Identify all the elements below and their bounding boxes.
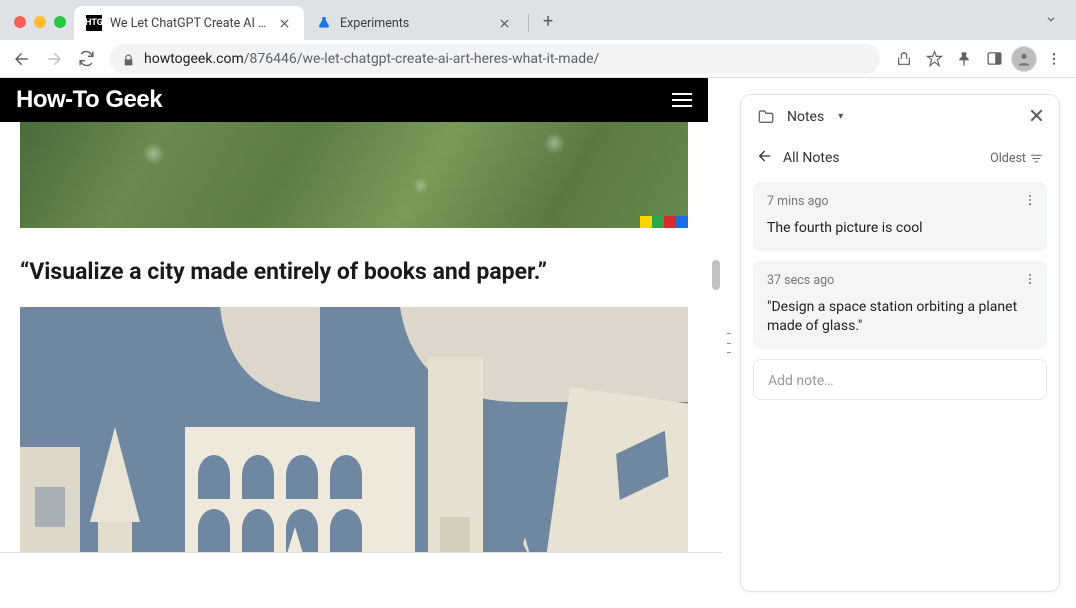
- site-logo[interactable]: How-To Geek: [16, 86, 162, 114]
- note-text: The fourth picture is cool: [767, 219, 1033, 239]
- back-button[interactable]: [8, 45, 36, 73]
- browser-chrome: HTG We Let ChatGPT Create AI Art, Experi…: [0, 0, 1076, 78]
- panel-header: Notes ▾: [741, 95, 1059, 138]
- note-item[interactable]: 7 mins ago The fourth picture is cool: [753, 182, 1047, 251]
- page-content[interactable]: “Visualize a city made entirely of books…: [0, 78, 708, 608]
- chevron-down-icon[interactable]: ▾: [838, 111, 843, 122]
- panel-resize-handle[interactable]: [722, 78, 736, 608]
- bottom-shelf: [0, 552, 722, 608]
- close-window-button[interactable]: [14, 16, 26, 28]
- add-note-input[interactable]: [768, 373, 1032, 389]
- tab-strip: HTG We Let ChatGPT Create AI Art, Experi…: [74, 6, 563, 40]
- panel-subheader: All Notes Oldest: [741, 138, 1059, 182]
- minimize-window-button[interactable]: [34, 16, 46, 28]
- hamburger-icon[interactable]: [672, 93, 692, 107]
- note-text: "Design a space station orbiting a plane…: [767, 298, 1033, 337]
- close-panel-button[interactable]: [1030, 107, 1043, 126]
- sort-label: Oldest: [990, 151, 1026, 166]
- side-panel: Notes ▾ All Notes Oldest 7 mins ago: [736, 78, 1076, 608]
- avatar: [1011, 46, 1037, 72]
- site-header: How-To Geek: [0, 78, 708, 122]
- note-timestamp: 7 mins ago: [767, 194, 1033, 209]
- toolbar: howtogeek.com/876446/we-let-chatgpt-crea…: [0, 40, 1076, 78]
- filter-icon: [1030, 152, 1043, 165]
- article-image-meadow: [20, 122, 688, 228]
- tab-howtogeek[interactable]: HTG We Let ChatGPT Create AI Art,: [74, 6, 304, 40]
- url-text: howtogeek.com/876446/we-let-chatgpt-crea…: [144, 51, 599, 67]
- dalle-signature: [640, 216, 688, 228]
- forward-button[interactable]: [40, 45, 68, 73]
- close-tab-button[interactable]: [276, 15, 292, 31]
- toolbar-right: [890, 45, 1068, 73]
- note-item[interactable]: 37 secs ago "Design a space station orbi…: [753, 261, 1047, 349]
- tabs-overflow-button[interactable]: [1036, 11, 1066, 40]
- notes-panel: Notes ▾ All Notes Oldest 7 mins ago: [740, 94, 1060, 592]
- titlebar: HTG We Let ChatGPT Create AI Art, Experi…: [0, 0, 1076, 40]
- scrollbar[interactable]: [708, 78, 722, 608]
- scrollbar-thumb[interactable]: [712, 260, 720, 290]
- article-heading: “Visualize a city made entirely of books…: [20, 258, 688, 285]
- window-controls: [10, 16, 74, 40]
- close-tab-button[interactable]: [496, 15, 512, 31]
- article-body: “Visualize a city made entirely of books…: [0, 78, 708, 608]
- extension-pin-icon[interactable]: [950, 45, 978, 73]
- reload-button[interactable]: [72, 45, 100, 73]
- back-arrow-icon[interactable]: [757, 148, 773, 168]
- sidepanel-icon[interactable]: [980, 45, 1008, 73]
- all-notes-link[interactable]: All Notes: [783, 150, 840, 166]
- tab-separator: [528, 14, 529, 32]
- new-tab-button[interactable]: +: [533, 11, 563, 40]
- note-menu-button[interactable]: [1023, 271, 1037, 290]
- folder-icon: [757, 108, 775, 126]
- lock-icon: [122, 52, 136, 66]
- share-icon[interactable]: [890, 45, 918, 73]
- add-note[interactable]: [753, 359, 1047, 400]
- tab-title: We Let ChatGPT Create AI Art,: [110, 16, 268, 31]
- tab-title: Experiments: [340, 16, 488, 31]
- profile-button[interactable]: [1010, 45, 1038, 73]
- overflow-menu-button[interactable]: [1040, 45, 1068, 73]
- notes-list: 7 mins ago The fourth picture is cool 37…: [741, 182, 1059, 400]
- sort-button[interactable]: Oldest: [990, 151, 1043, 166]
- content-area: “Visualize a city made entirely of books…: [0, 78, 1076, 608]
- note-timestamp: 37 secs ago: [767, 273, 1033, 288]
- note-menu-button[interactable]: [1023, 192, 1037, 211]
- address-bar[interactable]: howtogeek.com/876446/we-let-chatgpt-crea…: [110, 44, 880, 74]
- bookmark-icon[interactable]: [920, 45, 948, 73]
- page-viewport: “Visualize a city made entirely of books…: [0, 78, 722, 608]
- tab-experiments[interactable]: Experiments: [304, 6, 524, 40]
- panel-title[interactable]: Notes: [787, 109, 824, 125]
- flask-icon: [316, 15, 332, 31]
- maximize-window-button[interactable]: [54, 16, 66, 28]
- tab-favicon-icon: HTG: [86, 15, 102, 31]
